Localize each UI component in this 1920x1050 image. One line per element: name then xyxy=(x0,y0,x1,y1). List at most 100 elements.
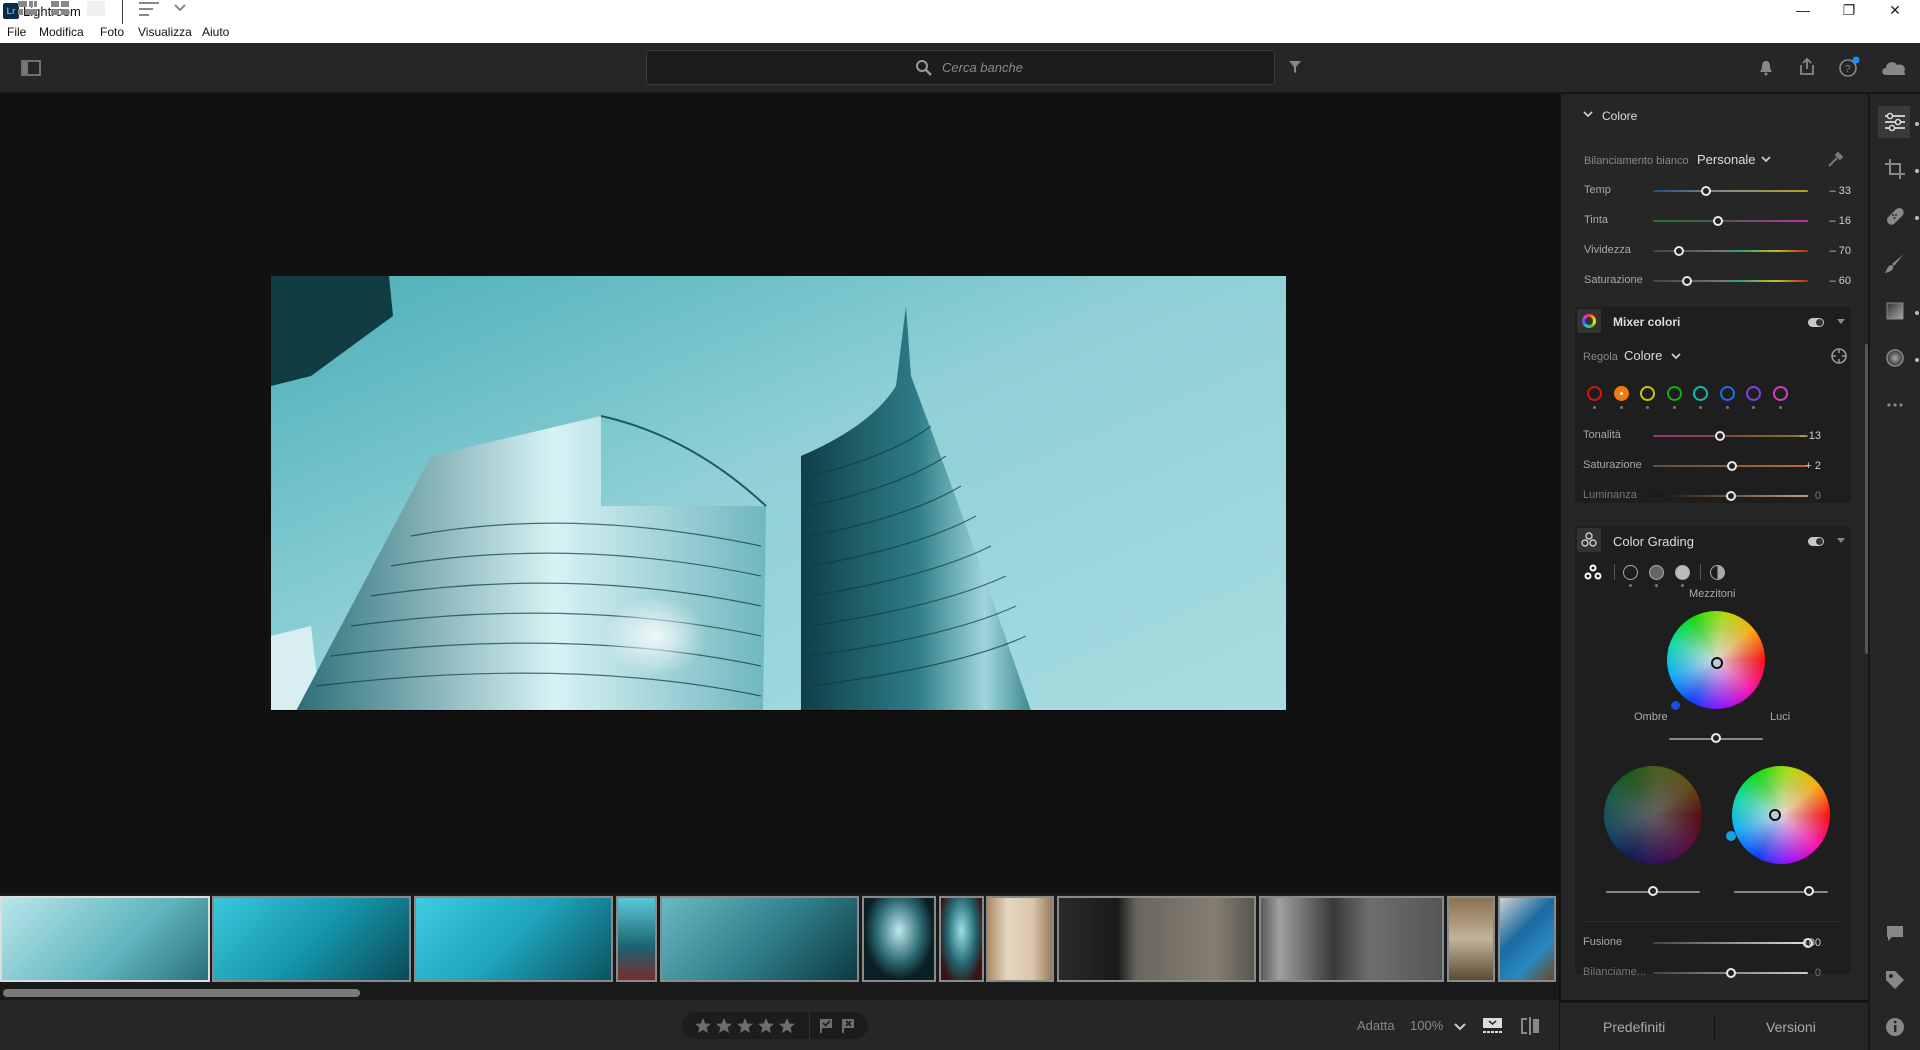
crop-icon[interactable] xyxy=(1882,156,1908,182)
brush-icon[interactable] xyxy=(1882,251,1908,277)
filter-icon[interactable] xyxy=(1288,60,1302,74)
versions-button[interactable]: Versioni xyxy=(1766,1019,1816,1035)
filmstrip-thumb[interactable] xyxy=(1057,896,1256,982)
filmstrip-scrollbar[interactable] xyxy=(3,989,360,997)
slider-knob[interactable] xyxy=(1682,276,1693,286)
color-grading-toggle[interactable] xyxy=(1808,537,1824,546)
slider-value[interactable]: 100 xyxy=(1791,937,1821,949)
help-icon[interactable]: ? xyxy=(1838,56,1862,78)
highlights-wheel-handle[interactable] xyxy=(1769,809,1781,821)
filmstrip-thumb[interactable] xyxy=(0,896,210,982)
filmstrip-thumb[interactable] xyxy=(1259,896,1444,982)
healing-icon[interactable] xyxy=(1882,203,1908,229)
highlights-color-wheel[interactable] xyxy=(1732,766,1830,864)
slider-track[interactable] xyxy=(1653,435,1808,437)
bell-icon[interactable] xyxy=(1758,59,1774,77)
color-swatch[interactable] xyxy=(1693,386,1708,401)
search-input[interactable]: Cerca banche xyxy=(646,50,1275,85)
color-mixer-toggle[interactable] xyxy=(1808,318,1824,327)
menu-modifica[interactable]: Modifica xyxy=(39,25,84,39)
midtones-wheel-handle[interactable] xyxy=(1711,657,1723,669)
chevron-down-icon[interactable] xyxy=(1671,353,1681,360)
star-rating[interactable] xyxy=(694,1017,804,1035)
tag-icon[interactable] xyxy=(1882,967,1908,993)
three-way-view-icon[interactable] xyxy=(1583,563,1603,581)
filmstrip-thumb[interactable] xyxy=(1498,896,1556,982)
slider-value[interactable]: 0 xyxy=(1791,490,1821,502)
slider-knob[interactable] xyxy=(1727,461,1738,471)
shadows-luminance-knob[interactable] xyxy=(1648,886,1658,896)
slider-value[interactable]: – 60 xyxy=(1821,275,1851,287)
slider-value[interactable]: – 16 xyxy=(1821,215,1851,227)
filmstrip-thumb[interactable] xyxy=(939,896,984,982)
slider-value[interactable]: – 13 xyxy=(1791,430,1821,442)
info-icon[interactable] xyxy=(1882,1014,1908,1040)
filmstrip-thumb[interactable] xyxy=(986,896,1054,982)
grid-compact-view-icon[interactable] xyxy=(18,0,38,16)
zoom-level[interactable]: 100% xyxy=(1410,1018,1443,1033)
presets-button[interactable]: Predefiniti xyxy=(1603,1019,1665,1035)
zoom-fit-button[interactable]: Adatta xyxy=(1357,1018,1395,1033)
filmstrip-toggle-icon[interactable] xyxy=(1483,1018,1503,1034)
menu-visualizza[interactable]: Visualizza xyxy=(138,25,192,39)
close-button[interactable]: ✕ xyxy=(1872,0,1918,22)
sort-icon[interactable] xyxy=(139,0,159,16)
slider-track[interactable] xyxy=(1653,280,1808,282)
more-icon[interactable] xyxy=(1882,392,1908,418)
midtones-luminance-knob[interactable] xyxy=(1711,733,1721,743)
menu-foto[interactable]: Foto xyxy=(100,25,124,39)
slider-value[interactable]: + 2 xyxy=(1791,460,1821,472)
color-swatch[interactable] xyxy=(1666,386,1682,401)
color-swatch[interactable] xyxy=(1587,386,1602,401)
color-swatch[interactable] xyxy=(1772,386,1788,401)
restore-button[interactable]: ❐ xyxy=(1826,0,1872,22)
chevron-down-icon[interactable] xyxy=(1761,156,1771,163)
cloud-icon[interactable] xyxy=(1880,58,1908,76)
slider-knob[interactable] xyxy=(1700,186,1711,196)
wb-dropdown[interactable]: Personale xyxy=(1697,152,1756,167)
chevron-down-icon[interactable] xyxy=(174,4,186,12)
edit-icon[interactable] xyxy=(1882,109,1908,135)
comment-icon[interactable] xyxy=(1882,920,1908,946)
slider-knob[interactable] xyxy=(1713,216,1724,226)
midtones-view-icon[interactable] xyxy=(1649,565,1664,580)
shadows-view-icon[interactable] xyxy=(1623,565,1638,580)
highlights-hue-handle[interactable] xyxy=(1726,831,1736,841)
filmstrip-thumb[interactable] xyxy=(616,896,657,982)
compare-view-icon[interactable] xyxy=(1521,1017,1539,1035)
highlights-luminance-knob[interactable] xyxy=(1804,886,1814,896)
slider-track[interactable] xyxy=(1653,220,1808,222)
flag-pick-icon[interactable] xyxy=(818,1018,834,1034)
slider-knob[interactable] xyxy=(1674,246,1685,256)
share-icon[interactable] xyxy=(1797,57,1817,77)
menu-file[interactable]: File xyxy=(7,25,26,39)
filmstrip-thumb[interactable] xyxy=(862,896,936,982)
slider-knob[interactable] xyxy=(1714,431,1725,441)
slider-value[interactable]: – 70 xyxy=(1821,245,1851,257)
slider-value[interactable]: 0 xyxy=(1791,967,1821,979)
target-adjust-icon[interactable] xyxy=(1830,347,1848,365)
linear-gradient-icon[interactable] xyxy=(1882,298,1908,324)
grid-square-view-icon[interactable] xyxy=(51,0,71,16)
minimize-button[interactable]: — xyxy=(1780,0,1826,22)
zoom-chevron-down-icon[interactable] xyxy=(1454,1023,1466,1031)
menu-aiuto[interactable]: Aiuto xyxy=(202,25,229,39)
adjust-dropdown[interactable]: Colore xyxy=(1624,348,1662,363)
color-swatch[interactable] xyxy=(1719,386,1735,401)
slider-track[interactable] xyxy=(1653,190,1808,192)
filmstrip-thumb[interactable] xyxy=(1447,896,1495,982)
main-photo[interactable] xyxy=(271,276,1286,711)
filmstrip-thumb[interactable] xyxy=(212,896,411,982)
chevron-down-icon[interactable] xyxy=(1583,111,1593,119)
slider-knob[interactable] xyxy=(1725,968,1736,978)
single-view-icon[interactable] xyxy=(87,1,105,16)
section-title-colore[interactable]: Colore xyxy=(1602,109,1637,123)
collapse-triangle-icon[interactable] xyxy=(1837,538,1845,544)
shadows-wheel-handle[interactable] xyxy=(1649,811,1658,820)
collapse-triangle-icon[interactable] xyxy=(1837,319,1845,325)
color-swatch[interactable] xyxy=(1640,386,1655,401)
color-swatch[interactable] xyxy=(1613,386,1629,401)
color-swatch[interactable] xyxy=(1746,386,1761,401)
slider-track[interactable] xyxy=(1653,942,1808,944)
radial-gradient-icon[interactable] xyxy=(1882,345,1908,371)
